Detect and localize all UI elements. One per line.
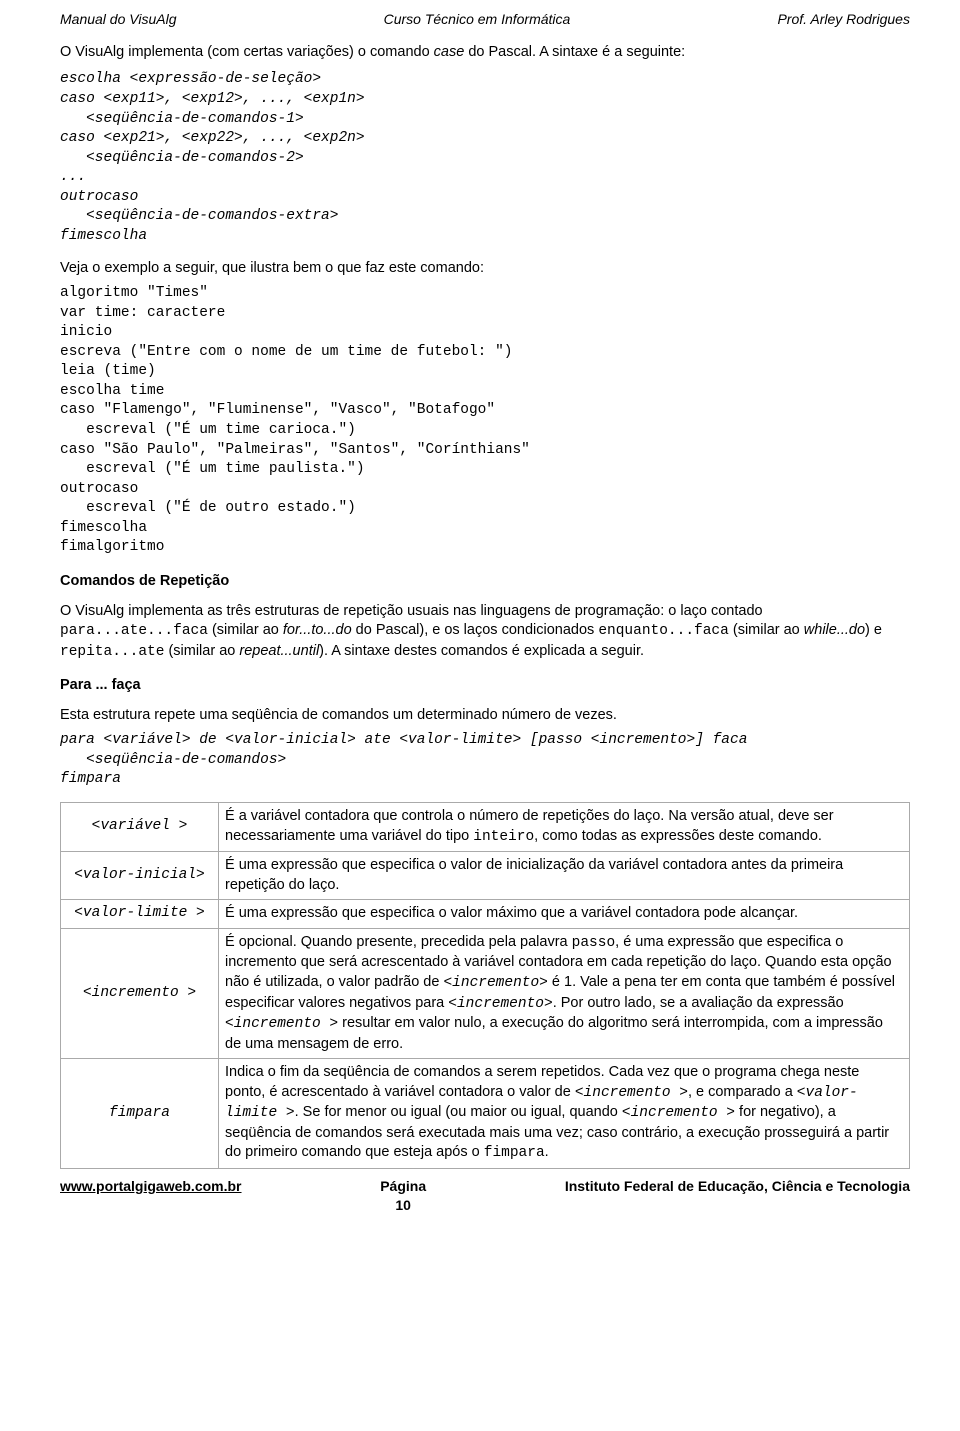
table-row: <valor-inicial> É uma expressão que espe… (61, 852, 910, 900)
code-inline: <incremento> (443, 975, 547, 991)
header-right: Prof. Arley Rodrigues (777, 10, 910, 29)
page-number: 10 (395, 1197, 411, 1213)
def-cell: É opcional. Quando presente, precedida p… (219, 928, 910, 1058)
italic-keyword: while...do (804, 622, 865, 638)
table-row: <valor-limite > É uma expressão que espe… (61, 900, 910, 929)
table-row: <variável > É a variável contadora que c… (61, 803, 910, 852)
text: O VisuAlg implementa (com certas variaçõ… (60, 44, 434, 60)
document-page: Manual do VisuAlg Curso Técnico em Infor… (0, 0, 960, 1225)
code-inline: <incremento > (575, 1085, 688, 1101)
text: É opcional. Quando presente, precedida p… (225, 934, 572, 950)
code-inline: fimpara (484, 1145, 545, 1161)
text: O VisuAlg implementa as três estruturas … (60, 603, 763, 619)
text: (similar ao (208, 622, 283, 638)
table-row: fimpara Indica o fim da seqüência de com… (61, 1059, 910, 1169)
header-left: Manual do VisuAlg (60, 10, 176, 29)
term-cell: <variável > (61, 803, 219, 852)
header-center: Curso Técnico em Informática (384, 10, 571, 29)
para-faca-description: Esta estrutura repete uma seqüência de c… (60, 706, 910, 726)
code-inline: inteiro (473, 829, 534, 845)
term-cell: fimpara (61, 1059, 219, 1169)
def-cell: Indica o fim da seqüência de comandos a … (219, 1059, 910, 1169)
text: Página (380, 1178, 426, 1194)
text: , como todas as expressões deste comando… (534, 828, 822, 844)
code-inline: para...ate...faca (60, 623, 208, 639)
text: ). A sintaxe destes comandos é explicada… (319, 643, 644, 659)
text: . Se for menor ou igual (ou maior ou igu… (295, 1104, 622, 1120)
table-row: <incremento > É opcional. Quando present… (61, 928, 910, 1058)
code-inline: passo (572, 935, 616, 951)
repetition-description: O VisuAlg implementa as três estruturas … (60, 602, 910, 663)
text: . (545, 1144, 549, 1160)
syntax-block-escolha: escolha <expressão-de-seleção> caso <exp… (60, 70, 910, 246)
intro-paragraph-2: Veja o exemplo a seguir, que ilustra bem… (60, 259, 910, 279)
text: . Por outro lado, se a avaliação da expr… (553, 995, 844, 1011)
section-heading-repeticao: Comandos de Repetição (60, 572, 910, 592)
footer-url: www.portalgigaweb.com.br (60, 1177, 242, 1196)
code-inline: repita...ate (60, 644, 164, 660)
code-inline: <incremento > (225, 1016, 338, 1032)
code-inline: <incremento> (448, 996, 552, 1012)
intro-paragraph-1: O VisuAlg implementa (com certas variaçõ… (60, 43, 910, 63)
text: do Pascal), e os laços condicionados (352, 622, 599, 638)
text: (similar ao (729, 622, 804, 638)
term-cell: <valor-inicial> (61, 852, 219, 900)
def-cell: É uma expressão que especifica o valor d… (219, 852, 910, 900)
example-block-times: algoritmo "Times" var time: caractere in… (60, 284, 910, 558)
code-inline: <incremento > (622, 1105, 735, 1121)
text: ) e (865, 622, 882, 638)
def-cell: É uma expressão que especifica o valor m… (219, 900, 910, 929)
italic-keyword: repeat...until (239, 643, 319, 659)
term-cell: <valor-limite > (61, 900, 219, 929)
def-cell: É a variável contadora que controla o nú… (219, 803, 910, 852)
italic-keyword: case (434, 44, 465, 60)
definition-table: <variável > É a variável contadora que c… (60, 802, 910, 1169)
italic-keyword: for...to...do (283, 622, 352, 638)
footer-institution: Instituto Federal de Educação, Ciência e… (565, 1177, 910, 1196)
text: (similar ao (164, 643, 239, 659)
text: do Pascal. A sintaxe é a seguinte: (464, 44, 685, 60)
syntax-block-para: para <variável> de <valor-inicial> ate <… (60, 731, 910, 790)
text: , e comparado a (688, 1084, 797, 1100)
page-header: Manual do VisuAlg Curso Técnico em Infor… (60, 10, 910, 29)
footer-page: Página 10 (380, 1177, 426, 1215)
term-cell: <incremento > (61, 928, 219, 1058)
section-heading-para-faca: Para ... faça (60, 676, 910, 696)
page-footer: www.portalgigaweb.com.br Página 10 Insti… (60, 1177, 910, 1215)
code-inline: enquanto...faca (598, 623, 729, 639)
